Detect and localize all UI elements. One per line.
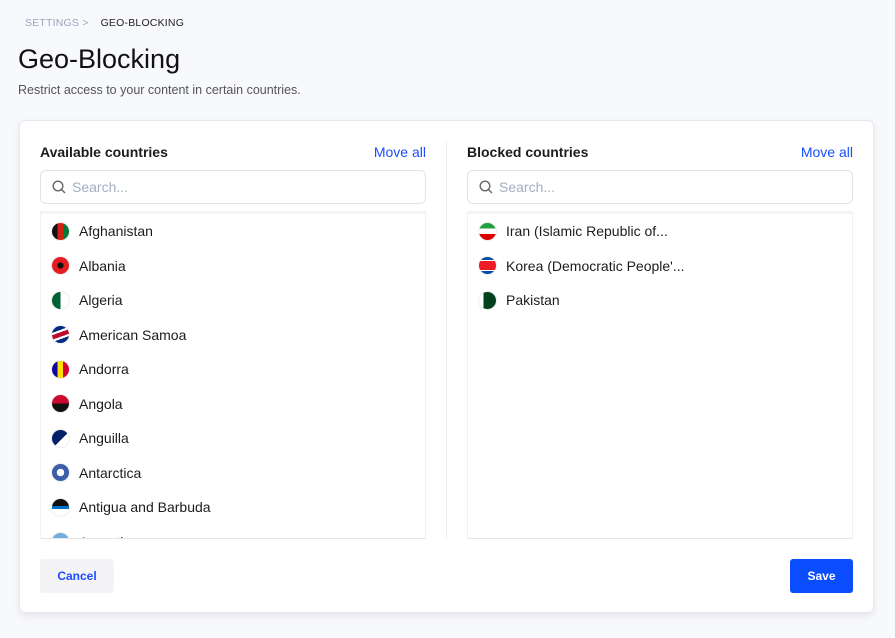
breadcrumb: SETTINGS > GEO-BLOCKING (25, 17, 184, 29)
available-countries-panel: Available countries Move all Afghanistan… (40, 143, 426, 539)
country-list-item[interactable]: American Samoa (41, 318, 425, 353)
flag-icon (51, 325, 70, 345)
country-list-item[interactable]: Anguilla (41, 421, 425, 456)
available-search (40, 170, 426, 204)
flag-icon (478, 290, 497, 310)
search-icon (52, 180, 66, 194)
breadcrumb-settings[interactable]: SETTINGS > (25, 17, 89, 29)
move-all-blocked-button[interactable]: Move all (801, 144, 853, 160)
country-list-item[interactable]: Iran (Islamic Republic of... (468, 214, 852, 249)
country-name: Antigua and Barbuda (79, 499, 211, 516)
country-name: Argentina (79, 534, 139, 538)
available-search-input[interactable] (72, 179, 372, 195)
country-list-item[interactable]: Antarctica (41, 456, 425, 491)
country-name: Albania (79, 257, 126, 274)
flag-icon (51, 463, 70, 483)
cancel-button[interactable]: Cancel (40, 559, 114, 593)
blocked-list[interactable]: Iran (Islamic Republic of... Korea (Democ… (467, 211, 853, 539)
country-list-item[interactable]: Antigua and Barbuda (41, 490, 425, 525)
flag-icon (478, 256, 497, 276)
country-name: Algeria (79, 292, 123, 309)
flag-icon (51, 256, 70, 276)
country-name: Angola (79, 395, 123, 412)
country-list-item[interactable]: Andorra (41, 352, 425, 387)
flag-icon (51, 221, 70, 241)
flag-icon (51, 532, 70, 538)
country-name: Korea (Democratic People'... (506, 257, 685, 274)
country-name: American Samoa (79, 326, 187, 343)
country-list-item[interactable]: Argentina (41, 525, 425, 538)
country-list-item[interactable]: Korea (Democratic People'... (468, 249, 852, 284)
flag-icon (51, 359, 70, 379)
flag-icon (51, 394, 70, 414)
blocked-search-input[interactable] (499, 179, 799, 195)
available-title: Available countries (40, 144, 168, 160)
page-subtitle: Restrict access to your content in certa… (18, 83, 301, 97)
move-all-available-button[interactable]: Move all (374, 144, 426, 160)
flag-icon (478, 221, 497, 241)
flag-icon (51, 290, 70, 310)
country-name: Pakistan (506, 292, 560, 309)
breadcrumb-current: GEO-BLOCKING (100, 17, 185, 29)
country-name: Andorra (79, 361, 129, 378)
country-name: Afghanistan (79, 223, 153, 240)
flag-icon (51, 497, 70, 517)
country-name: Iran (Islamic Republic of... (506, 223, 668, 240)
page-title: Geo-Blocking (18, 44, 181, 74)
blocked-countries-panel: Blocked countries Move all Iran (Islamic… (467, 143, 853, 539)
country-list-item[interactable]: Albania (41, 249, 425, 284)
available-list[interactable]: Afghanistan Albania Algeria American Samoa A… (40, 211, 426, 539)
country-list-item[interactable]: Algeria (41, 283, 425, 318)
country-list-item[interactable]: Afghanistan (41, 214, 425, 249)
blocked-title: Blocked countries (467, 144, 589, 160)
country-name: Antarctica (79, 464, 142, 481)
save-button[interactable]: Save (790, 559, 853, 593)
blocked-search (467, 170, 853, 204)
country-name: Anguilla (79, 430, 129, 447)
column-divider (446, 141, 447, 538)
geo-blocking-card: Available countries Move all Afghanistan… (19, 120, 874, 613)
country-list-item[interactable]: Pakistan (468, 283, 852, 318)
search-icon (479, 180, 493, 194)
flag-icon (51, 428, 70, 448)
country-list-item[interactable]: Angola (41, 387, 425, 422)
